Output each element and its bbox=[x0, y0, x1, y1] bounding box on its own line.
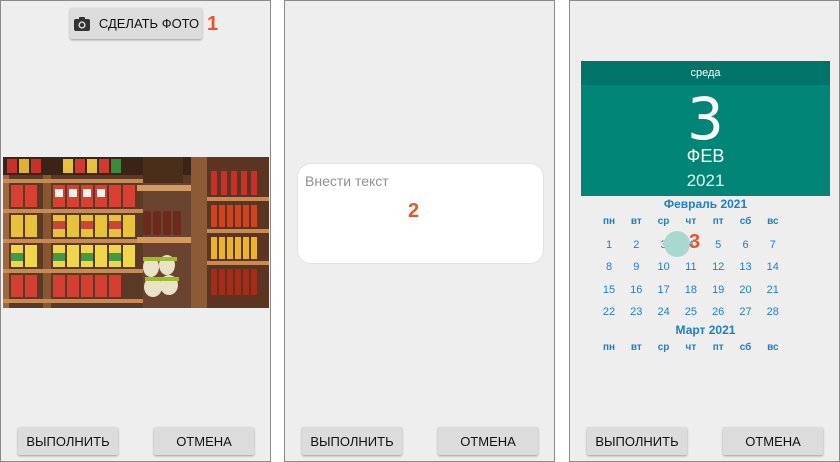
step-marker-3: 3 bbox=[689, 231, 701, 253]
week-row: 15 16 17 18 19 20 21 bbox=[603, 281, 839, 299]
calendar-day[interactable]: 8 bbox=[595, 258, 623, 276]
calendar-day[interactable]: 7 bbox=[759, 236, 787, 254]
weekday-label: пн bbox=[602, 216, 616, 227]
text-step-panel: Внести текст 2 ВЫПОЛНИТЬ ОТМЕНА bbox=[284, 0, 555, 462]
weekday-label: вт bbox=[630, 216, 642, 227]
calendar-day[interactable]: 27 bbox=[732, 303, 760, 321]
week-row: 22 23 24 25 26 27 28 bbox=[603, 303, 839, 321]
weekday-label: вт bbox=[630, 342, 642, 353]
calendar-day[interactable]: 13 bbox=[732, 258, 760, 276]
text-input[interactable]: Внести текст bbox=[297, 163, 544, 264]
cancel-button[interactable]: ОТМЕНА bbox=[723, 427, 823, 455]
weekday-label: пт bbox=[712, 342, 724, 353]
execute-button[interactable]: ВЫПОЛНИТЬ bbox=[302, 427, 402, 455]
weekday-label: пн bbox=[602, 342, 616, 353]
calendar-day[interactable]: 9 bbox=[622, 258, 650, 276]
weekday-label: чт bbox=[685, 216, 697, 227]
weekday-label: сб bbox=[739, 216, 752, 227]
shelf-photo bbox=[3, 157, 269, 308]
photo-step-panel: СДЕЛАТЬ ФОТО 1 ВЫПОЛНИТЬ ОТМЕНА bbox=[0, 0, 271, 462]
calendar-day[interactable]: 16 bbox=[622, 281, 650, 299]
calendar-day[interactable]: 18 bbox=[677, 281, 705, 299]
calendar-day[interactable]: 11 bbox=[677, 258, 705, 276]
cancel-button[interactable]: ОТМЕНА bbox=[438, 427, 538, 455]
calendar-day[interactable]: 10 bbox=[650, 258, 678, 276]
take-photo-button[interactable]: СДЕЛАТЬ ФОТО bbox=[70, 8, 202, 39]
camera-icon bbox=[73, 16, 90, 31]
execute-button[interactable]: ВЫПОЛНИТЬ bbox=[587, 427, 687, 455]
selected-month[interactable]: ФЕВ bbox=[581, 146, 830, 167]
month-title-feb: Февраль 2021 bbox=[663, 197, 748, 211]
calendar-day[interactable]: 23 bbox=[622, 303, 650, 321]
weekday-row: пн вт ср чт пт сб вс bbox=[603, 339, 839, 357]
calendar-day[interactable]: 20 bbox=[732, 281, 760, 299]
step-marker-1: 1 bbox=[207, 13, 219, 35]
selected-day-number[interactable]: 3 bbox=[581, 87, 830, 151]
calendar-day[interactable]: 14 bbox=[759, 258, 787, 276]
calendar-day[interactable]: 15 bbox=[595, 281, 623, 299]
date-step-panel: среда 3 ФЕВ 2021 Февраль 2021 Март 2021 … bbox=[569, 0, 840, 462]
week-row: 1234567 bbox=[606, 236, 839, 254]
weekday-label: чт bbox=[685, 342, 697, 353]
calendar-day[interactable]: 22 bbox=[595, 303, 623, 321]
calendar-day[interactable]: 17 bbox=[650, 281, 678, 299]
date-picker-header: среда 3 ФЕВ 2021 bbox=[581, 61, 830, 196]
calendar-day[interactable]: 28 bbox=[759, 303, 787, 321]
weekday-label: вс bbox=[767, 216, 779, 227]
weekday-row: пн вт ср чт пт сб вс bbox=[603, 213, 839, 231]
take-photo-label: СДЕЛАТЬ ФОТО bbox=[98, 16, 200, 31]
selected-year[interactable]: 2021 bbox=[581, 171, 830, 191]
calendar-day[interactable]: 1 bbox=[595, 236, 623, 254]
calendar-day[interactable]: 25 bbox=[677, 303, 705, 321]
weekday-label: сб bbox=[739, 342, 752, 353]
weekday-label: ср bbox=[657, 216, 670, 227]
calendar-day[interactable]: 5 bbox=[704, 236, 732, 254]
step-marker-2: 2 bbox=[408, 200, 420, 222]
weekday-label: ср bbox=[657, 342, 670, 353]
text-input-placeholder: Внести текст bbox=[305, 173, 389, 189]
calendar-day[interactable]: 2 bbox=[622, 236, 650, 254]
cancel-button[interactable]: ОТМЕНА bbox=[154, 427, 254, 455]
weekday-label: пт bbox=[712, 216, 724, 227]
calendar-day[interactable]: 26 bbox=[704, 303, 732, 321]
calendar-day[interactable]: 19 bbox=[704, 281, 732, 299]
week-row: 8 9 10 11 12 13 14 bbox=[606, 258, 839, 276]
execute-button[interactable]: ВЫПОЛНИТЬ bbox=[18, 427, 118, 455]
calendar-day[interactable]: 21 bbox=[759, 281, 787, 299]
month-title-mar: Март 2021 bbox=[675, 323, 736, 337]
weekday-label: вс bbox=[767, 342, 779, 353]
calendar-day[interactable]: 6 bbox=[732, 236, 760, 254]
selected-day-highlight bbox=[664, 231, 690, 257]
calendar-day[interactable]: 12 bbox=[704, 258, 732, 276]
selected-weekday: среда bbox=[581, 61, 830, 85]
calendar-day[interactable]: 24 bbox=[650, 303, 678, 321]
